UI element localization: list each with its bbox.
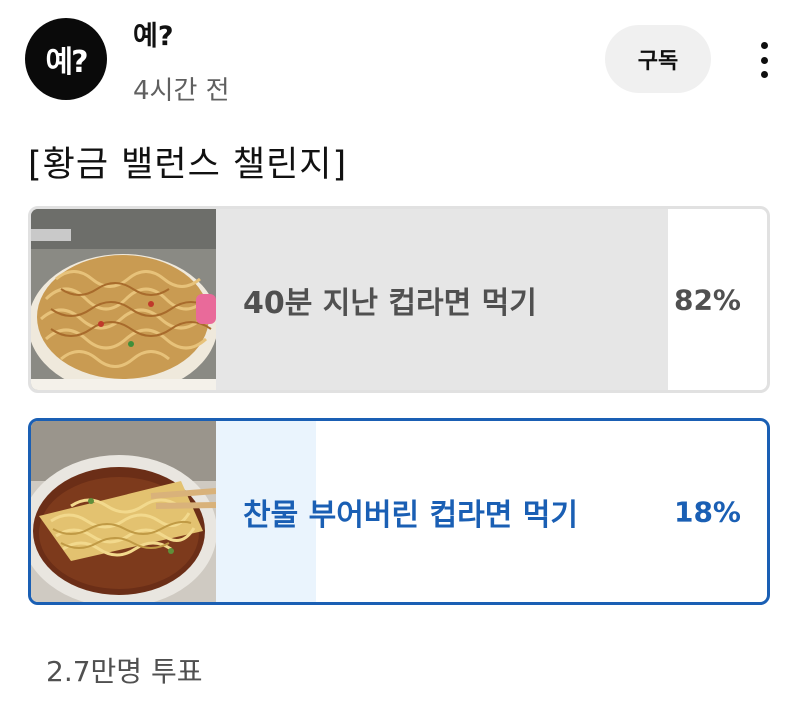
- poll-option-percent: 82%: [673, 283, 741, 316]
- poll-option-thumbnail: [31, 209, 216, 390]
- poll-option-label: 찬물 부어버린 컵라면 먹기: [243, 497, 578, 533]
- more-dot: [760, 56, 768, 64]
- channel-avatar[interactable]: 예?: [25, 18, 107, 100]
- more-dot: [760, 71, 768, 78]
- poll-option-percent: 18%: [673, 495, 741, 528]
- post-timestamp: 4시간 전: [133, 76, 230, 106]
- vote-count: 2.7만명 투표: [46, 655, 203, 688]
- post-title: [황금 밸런스 챌린지]: [28, 145, 348, 185]
- poll-option-thumbnail: [31, 421, 216, 602]
- more-options-icon[interactable]: [744, 36, 784, 84]
- subscribe-button[interactable]: 구독: [605, 25, 711, 93]
- poll-option-selected[interactable]: 찬물 부어버린 컵라면 먹기 18%: [28, 418, 770, 605]
- channel-name[interactable]: 예?: [133, 14, 174, 53]
- poll-option[interactable]: 40분 지난 컵라면 먹기 82%: [28, 206, 770, 393]
- more-dot: [760, 42, 768, 49]
- poll-option-label: 40분 지난 컵라면 먹기: [243, 285, 537, 321]
